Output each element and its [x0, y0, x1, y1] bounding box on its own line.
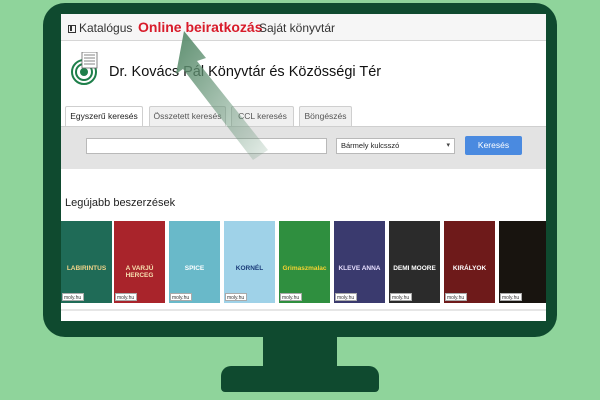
book-cover-title: DEMI MOORE	[393, 265, 436, 272]
moly-badge: moly.hu	[500, 293, 522, 301]
library-logo-icon	[71, 52, 98, 85]
book-cover[interactable]: KORNÉL moly.hu	[224, 221, 275, 303]
tab-browse[interactable]: Böngészés	[299, 106, 352, 126]
tab-simple-search[interactable]: Egyszerű keresés	[65, 106, 143, 127]
catalog-icon	[68, 25, 76, 33]
search-bar: Bármely kulcsszó ▾ Keresés	[61, 126, 546, 169]
book-cover-title: KORNÉL	[235, 265, 264, 272]
book-cover[interactable]: Grimaszmalac moly.hu	[279, 221, 330, 303]
tab-ccl-search[interactable]: CCL keresés	[231, 106, 294, 126]
monitor-stand-neck	[263, 336, 337, 370]
top-navigation: Katalógus Online beiratkozás Saját könyv…	[61, 14, 546, 41]
nav-catalog-label: Katalógus	[79, 21, 133, 35]
moly-badge: moly.hu	[62, 293, 84, 301]
book-cover-title: SPICE	[184, 265, 205, 272]
nav-my-library-link[interactable]: Saját könyvtár	[259, 21, 335, 35]
moly-badge: moly.hu	[225, 293, 247, 301]
book-cover[interactable]: KLEVE ANNA moly.hu	[334, 221, 385, 303]
select-value: Bármely kulcsszó	[341, 141, 400, 150]
book-cover-title: A VARJÚ HERCEG	[125, 265, 154, 279]
nav-online-registration-link[interactable]: Online beiratkozás	[138, 19, 262, 35]
search-input[interactable]	[86, 138, 327, 154]
moly-badge: moly.hu	[390, 293, 412, 301]
book-cover[interactable]: DEMI MOORE moly.hu	[389, 221, 440, 303]
book-cover-title: KIRÁLYOK	[452, 265, 487, 272]
recent-acquisitions-heading: Legújabb beszerzések	[65, 197, 176, 209]
moly-badge: moly.hu	[445, 293, 467, 301]
book-cover-title: KLEVE ANNA	[338, 265, 381, 272]
book-cover-title: LABIRINTUS	[66, 265, 107, 272]
book-cover[interactable]: A VARJÚ HERCEG moly.hu	[114, 221, 165, 303]
library-title: Dr. Kovács Pál Könyvtár és Közösségi Tér	[109, 64, 382, 80]
search-button[interactable]: Keresés	[465, 136, 522, 155]
book-carousel: LABIRINTUS moly.hu A VARJÚ HERCEG moly.hu …	[61, 221, 546, 303]
search-field-select[interactable]: Bármely kulcsszó ▾	[336, 138, 455, 154]
book-cover-title: Grimaszmalac	[282, 265, 327, 272]
book-cover[interactable]: SPICE moly.hu	[169, 221, 220, 303]
moly-badge: moly.hu	[170, 293, 192, 301]
book-cover[interactable]: moly.hu	[499, 221, 546, 303]
browser-screen: Katalógus Online beiratkozás Saját könyv…	[61, 14, 546, 321]
moly-badge: moly.hu	[115, 293, 137, 301]
book-cover[interactable]: KIRÁLYOK moly.hu	[444, 221, 495, 303]
moly-badge: moly.hu	[335, 293, 357, 301]
monitor-stand-base	[221, 366, 379, 392]
moly-badge: moly.hu	[280, 293, 302, 301]
tab-advanced-search[interactable]: Összetett keresés	[149, 106, 226, 126]
chevron-down-icon: ▾	[446, 142, 450, 149]
book-cover[interactable]: LABIRINTUS moly.hu	[61, 221, 112, 303]
nav-catalog-link[interactable]: Katalógus	[68, 21, 132, 35]
divider	[61, 309, 546, 311]
